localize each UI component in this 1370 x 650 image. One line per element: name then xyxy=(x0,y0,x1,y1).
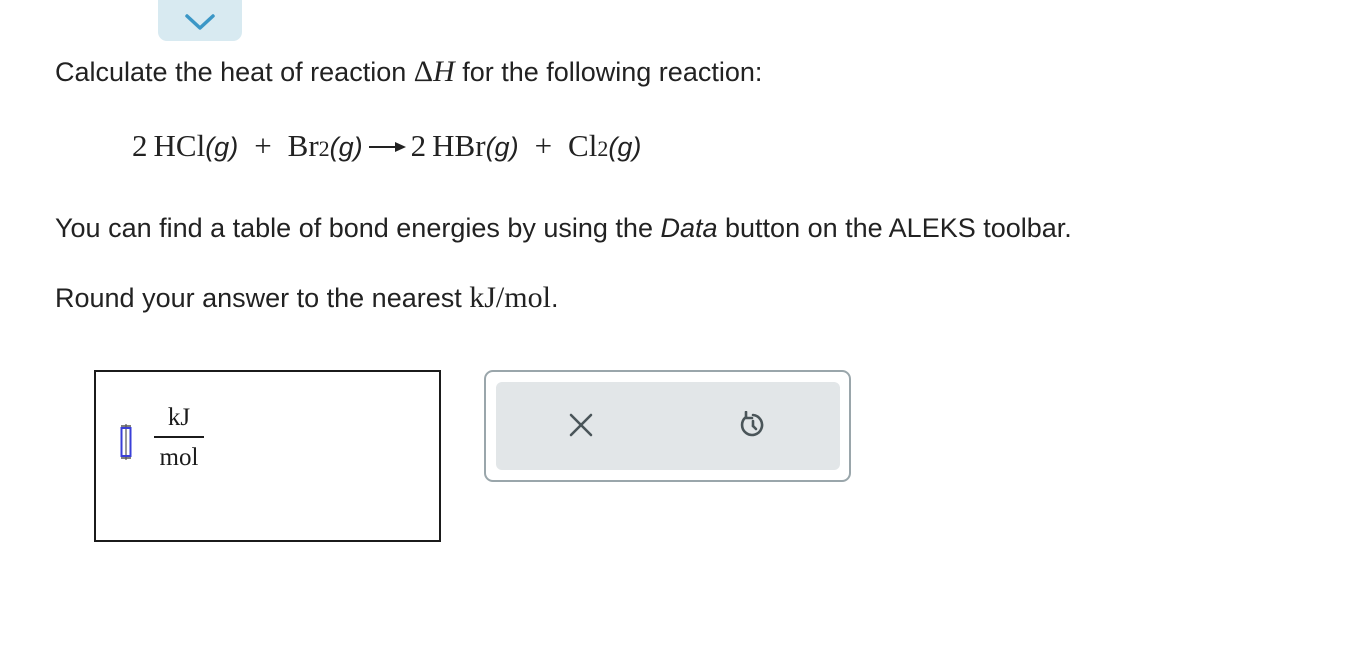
plus-sign: + xyxy=(254,128,272,163)
fraction-bar xyxy=(154,436,204,438)
clear-button[interactable] xyxy=(564,410,598,444)
prompt-intro-after: for the following reaction: xyxy=(454,57,763,87)
unit-fraction: kJ mol xyxy=(152,402,206,474)
answer-tools-bar xyxy=(496,382,840,470)
chevron-down-icon xyxy=(183,4,217,32)
product2-formula: Cl xyxy=(568,128,598,163)
bond-table-before: You can find a table of bond energies by… xyxy=(55,213,661,243)
product1-coefficient: 2 xyxy=(410,128,427,163)
delta-symbol: Δ xyxy=(413,55,434,88)
bond-table-after: button on the ALEKS toolbar. xyxy=(717,213,1072,243)
close-icon xyxy=(568,412,594,443)
unit-denominator: mol xyxy=(159,444,199,471)
answer-tools-panel xyxy=(484,370,851,482)
product1-state: (g) xyxy=(485,132,519,162)
product2-state: (g) xyxy=(608,132,642,162)
round-before: Round your answer to the nearest xyxy=(55,283,470,313)
undo-icon xyxy=(739,410,767,444)
bond-table-instruction: You can find a table of bond energies by… xyxy=(55,211,1072,245)
data-button-reference: Data xyxy=(660,213,718,243)
rounding-instruction: Round your answer to the nearest kJ/mol. xyxy=(55,281,558,315)
reactant2-formula: Br xyxy=(287,128,319,163)
reaction-arrow-icon xyxy=(367,124,407,152)
reaction-equation: 2 HCl (g) + Br 2 (g) 2 HBr (g) + Cl 2 (g) xyxy=(132,126,641,167)
reactant1-state: (g) xyxy=(205,132,239,162)
unit-numerator: kJ xyxy=(167,404,191,431)
enthalpy-symbol: H xyxy=(433,55,455,88)
round-after: . xyxy=(550,283,559,313)
product1-formula: HBr xyxy=(432,128,486,163)
prompt-intro-before: Calculate the heat of reaction xyxy=(55,57,414,87)
reactant1-formula: HCl xyxy=(153,128,206,163)
round-unit: kJ/mol xyxy=(469,281,551,314)
plus-sign: + xyxy=(534,128,553,163)
reactant2-state: (g) xyxy=(329,132,363,162)
collapse-toggle-button[interactable] xyxy=(158,0,242,41)
answer-input-field[interactable] xyxy=(119,422,133,462)
reactant1-coefficient: 2 xyxy=(132,128,148,163)
question-prompt: Calculate the heat of reaction ΔH for th… xyxy=(55,55,762,89)
answer-input-box[interactable]: kJ mol xyxy=(94,370,441,542)
undo-button[interactable] xyxy=(736,410,770,444)
